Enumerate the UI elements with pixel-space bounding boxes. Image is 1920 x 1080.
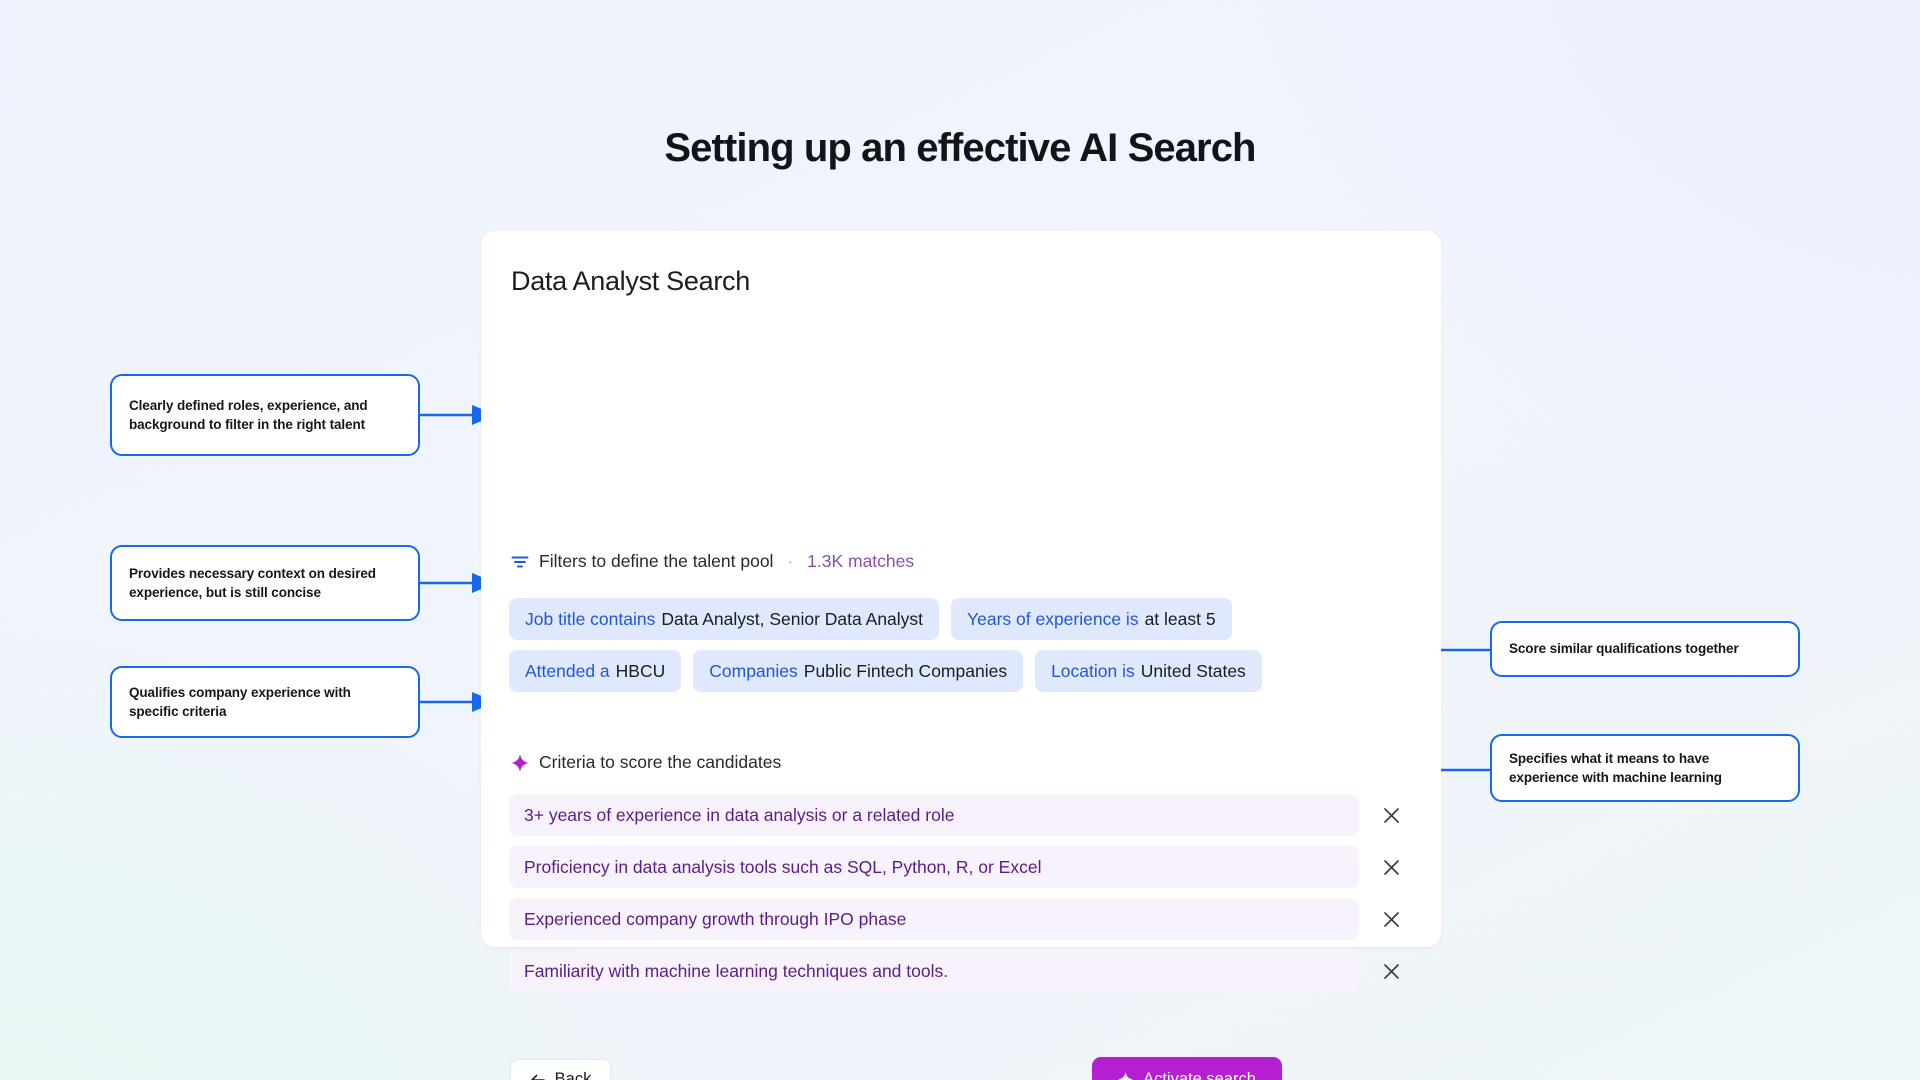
annotation-callout: Specifies what it means to have experien…	[1490, 734, 1800, 802]
annotation-callout: Provides necessary context on desired ex…	[110, 545, 420, 621]
criteria-section-header: Criteria to score the candidates	[511, 752, 781, 773]
annotation-text: Provides necessary context on desired ex…	[129, 565, 376, 600]
page-title: Setting up an effective AI Search	[664, 126, 1256, 170]
filter-chip-value: at least 5	[1144, 608, 1216, 629]
annotation-callout: Clearly defined roles, experience, and b…	[110, 374, 420, 456]
filters-section-label: Filters to define the talent pool	[539, 551, 774, 571]
filter-chip-value: Public Fintech Companies	[803, 660, 1008, 681]
close-icon[interactable]	[1371, 846, 1411, 888]
separator-dot: ·	[787, 551, 794, 571]
criteria-list: 3+ years of experience in data analysis …	[509, 794, 1419, 1002]
annotation-callout: Qualifies company experience with specif…	[110, 666, 420, 738]
criteria-row: Experienced company growth through IPO p…	[509, 898, 1419, 940]
close-icon[interactable]	[1371, 950, 1411, 992]
annotation-text: Specifies what it means to have experien…	[1509, 750, 1722, 785]
sparkle-icon	[1118, 1071, 1134, 1080]
filter-chip-value: United States	[1140, 660, 1246, 681]
arrow-left-icon	[530, 1072, 546, 1080]
criteria-row: Familiarity with machine learning techni…	[509, 950, 1419, 992]
matches-count: 1.3K matches	[807, 551, 915, 571]
filter-chip-key: Job title contains	[525, 608, 656, 629]
filter-chip[interactable]: Job title contains Data Analyst, Senior …	[509, 598, 940, 640]
criteria-text[interactable]: Experienced company growth through IPO p…	[509, 898, 1359, 940]
filter-chip-key: Attended a	[525, 660, 610, 681]
criteria-text[interactable]: 3+ years of experience in data analysis …	[509, 794, 1359, 836]
criteria-row: 3+ years of experience in data analysis …	[509, 794, 1419, 836]
annotation-text: Clearly defined roles, experience, and b…	[129, 397, 368, 432]
filter-chip-key: Location is	[1051, 660, 1135, 681]
close-icon[interactable]	[1371, 794, 1411, 836]
filters-section-header: Filters to define the talent pool · 1.3K…	[511, 551, 914, 572]
back-button[interactable]: Back	[510, 1059, 611, 1080]
annotation-text: Score similar qualifications together	[1509, 641, 1739, 657]
filter-chip-key: Years of experience is	[967, 608, 1139, 629]
search-setup-card: Data Analyst Search Filters to define th…	[481, 231, 1441, 1080]
filter-chip[interactable]: Years of experience is at least 5	[951, 598, 1232, 640]
filter-chip-key: Companies	[709, 660, 798, 681]
card-title: Data Analyst Search	[511, 266, 750, 296]
activate-search-button[interactable]: Activate search	[1092, 1057, 1282, 1080]
filter-chip[interactable]: Companies Public Fintech Companies	[693, 650, 1024, 692]
filter-icon	[511, 553, 529, 571]
annotation-text: Qualifies company experience with specif…	[129, 684, 351, 719]
filter-chip[interactable]: Attended a HBCU	[509, 650, 682, 692]
criteria-row: Proficiency in data analysis tools such …	[509, 846, 1419, 888]
filter-chip-list: Job title contains Data Analyst, Senior …	[509, 598, 1409, 692]
activate-search-label: Activate search	[1143, 1069, 1256, 1080]
annotation-callout: Score similar qualifications together	[1490, 621, 1800, 677]
criteria-section-label: Criteria to score the candidates	[539, 752, 782, 772]
criteria-text[interactable]: Proficiency in data analysis tools such …	[509, 846, 1359, 888]
criteria-text[interactable]: Familiarity with machine learning techni…	[509, 950, 1359, 992]
sparkle-icon	[511, 753, 529, 772]
page-root: Setting up an effective AI Search Data A…	[0, 0, 1920, 1080]
close-icon[interactable]	[1371, 898, 1411, 940]
back-button-label: Back	[554, 1070, 592, 1080]
filter-chip-value: Data Analyst, Senior Data Analyst	[661, 608, 924, 629]
filter-chip[interactable]: Location is United States	[1035, 650, 1262, 692]
filter-chip-value: HBCU	[615, 660, 666, 681]
